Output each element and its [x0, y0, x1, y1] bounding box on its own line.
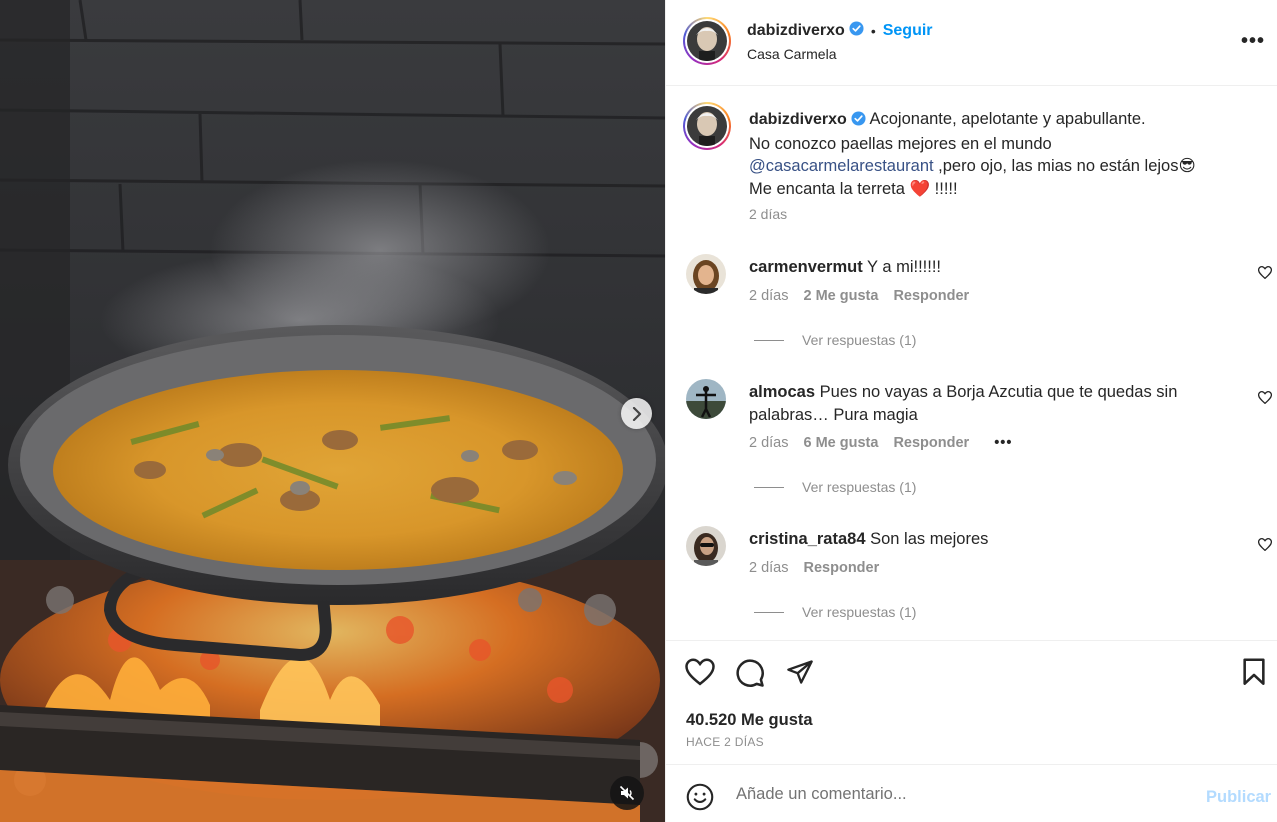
emoji-picker-button[interactable] [686, 783, 714, 814]
comment-text: almocas Pues no vayas a Borja Azcutia qu… [749, 381, 1219, 426]
caption-text: dabizdiverxo Acojonante, apelotante y ap… [749, 108, 1249, 200]
view-replies-label: Ver respuestas (1) [802, 604, 917, 620]
reply-button[interactable]: Responder [893, 288, 969, 304]
caption-author-avatar[interactable] [683, 102, 731, 150]
sunglasses-emoji: 😎 [1178, 157, 1196, 175]
caption-line-2: No conozco paellas mejores en el mundo [749, 134, 1052, 153]
red-heart-emoji: ❤️ [909, 179, 931, 198]
view-replies-label: Ver respuestas (1) [802, 479, 917, 495]
share-button[interactable] [785, 658, 815, 689]
mute-toggle-button[interactable] [610, 776, 644, 810]
paella-photo [0, 0, 665, 822]
comment-options-button[interactable]: ••• [994, 435, 1012, 451]
heart-icon [1257, 538, 1273, 552]
view-replies-button[interactable]: Ver respuestas (1) [754, 604, 916, 620]
reply-button[interactable]: Responder [893, 435, 969, 451]
next-media-button[interactable] [621, 398, 652, 429]
post-side-panel: dabizdiverxo • Seguir Casa Carmela ••• d… [665, 0, 1277, 822]
comment-input[interactable] [736, 778, 1176, 810]
caption-line-1: Acojonante, apelotante y apabullante. [869, 110, 1146, 128]
comment-username[interactable]: carmenvermut [749, 258, 863, 276]
caption-line-4: Me encanta la terreta [749, 179, 905, 198]
avatar-image [687, 106, 727, 146]
caption-line-3: ,pero ojo, las mias no están lejos [933, 157, 1179, 175]
publish-button[interactable]: Publicar [1206, 788, 1271, 807]
comment-text: cristina_rata84 Son las mejores [749, 528, 1219, 551]
like-button[interactable] [685, 658, 715, 689]
comment-like-button[interactable] [1257, 391, 1273, 407]
view-replies-label: Ver respuestas (1) [802, 332, 917, 348]
commenter-avatar[interactable] [686, 379, 726, 419]
heart-icon [685, 658, 715, 686]
verified-badge-icon [851, 110, 866, 133]
comment-time[interactable]: 2 días [749, 560, 789, 576]
avatar-image [686, 254, 726, 294]
smiley-face-icon [686, 783, 714, 811]
replies-line [754, 611, 784, 613]
commenter-avatar[interactable] [686, 254, 726, 294]
comment-text: carmenvermut Y a mi!!!!!! [749, 256, 1219, 279]
post-date: HACE 2 DÍAS [686, 735, 764, 749]
comment-meta: 2 días 2 Me gusta Responder [749, 288, 984, 304]
caption-line-4-rest: !!!!! [930, 179, 958, 198]
view-replies-button[interactable]: Ver respuestas (1) [754, 479, 916, 495]
reply-button[interactable]: Responder [804, 560, 880, 576]
verified-badge-icon [849, 21, 864, 41]
comment-like-button[interactable] [1257, 266, 1273, 282]
author-avatar[interactable] [683, 17, 731, 65]
comment-bubble-icon [736, 659, 764, 687]
comment-time[interactable]: 2 días [749, 435, 789, 451]
save-button[interactable] [1242, 658, 1266, 689]
replies-line [754, 339, 784, 341]
bookmark-icon [1243, 658, 1265, 685]
comment-meta: 2 días 6 Me gusta Responder ••• [749, 435, 1027, 451]
commenter-avatar[interactable] [686, 526, 726, 566]
avatar-image [687, 21, 727, 61]
avatar-image [686, 526, 726, 566]
post-location[interactable]: Casa Carmela [747, 46, 836, 62]
comment-meta: 2 días Responder [749, 560, 894, 576]
add-comment-bar: Publicar [666, 766, 1277, 822]
comment-username[interactable]: cristina_rata84 [749, 530, 866, 548]
comment-time[interactable]: 2 días [749, 288, 789, 304]
paper-plane-icon [787, 660, 813, 684]
comment-likes[interactable]: 2 Me gusta [804, 288, 879, 304]
follow-button[interactable]: Seguir [883, 22, 933, 40]
replies-line [754, 486, 784, 488]
heart-icon [1257, 266, 1273, 280]
caption-timestamp[interactable]: 2 días [749, 206, 787, 222]
caption-mention-link[interactable]: @casacarmelarestaurant [749, 157, 934, 175]
comment-body: Son las mejores [870, 530, 989, 548]
comment-like-button[interactable] [1257, 538, 1273, 554]
post-header: dabizdiverxo • Seguir Casa Carmela ••• [666, 0, 1277, 86]
heart-icon [1257, 391, 1273, 405]
author-username[interactable]: dabizdiverxo [747, 22, 845, 40]
comment-username[interactable]: almocas [749, 383, 815, 401]
caption-username[interactable]: dabizdiverxo [749, 111, 847, 128]
comment-body: Y a mi!!!!!! [867, 258, 941, 276]
post-media[interactable] [0, 0, 665, 822]
comment-likes[interactable]: 6 Me gusta [804, 435, 879, 451]
avatar-image [686, 379, 726, 419]
more-options-button[interactable]: ••• [1241, 30, 1265, 53]
separator-dot: • [870, 23, 876, 39]
post-modal: dabizdiverxo • Seguir Casa Carmela ••• d… [0, 0, 1277, 822]
chevron-right-icon [632, 406, 641, 421]
likes-count[interactable]: 40.520 Me gusta [686, 711, 813, 730]
comment-button[interactable] [735, 658, 765, 691]
speaker-muted-icon [619, 785, 635, 801]
view-replies-button[interactable]: Ver respuestas (1) [754, 332, 916, 348]
post-actions: 40.520 Me gusta HACE 2 DÍAS [666, 640, 1277, 765]
